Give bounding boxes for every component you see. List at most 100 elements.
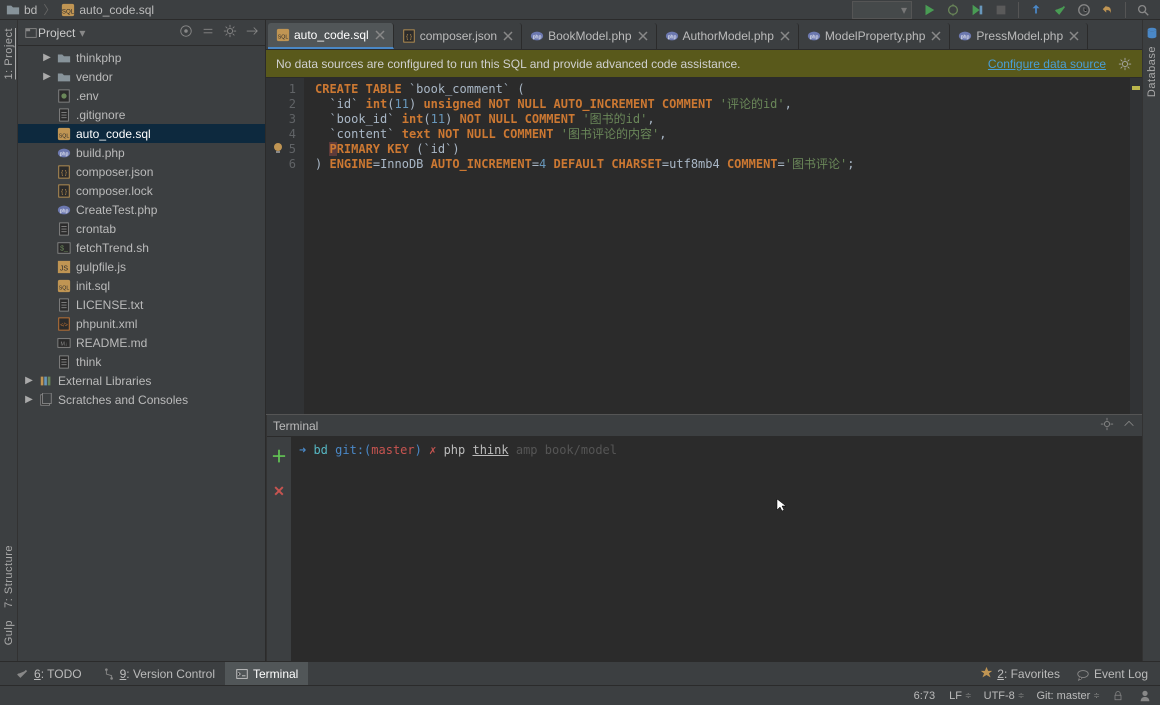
- terminal-git: git:: [335, 443, 364, 457]
- gutter-line[interactable]: 4: [266, 127, 304, 142]
- tree-file[interactable]: ▶phpbuild.php: [18, 143, 265, 162]
- tree-file[interactable]: ▶think: [18, 352, 265, 371]
- settings-icon[interactable]: [223, 24, 237, 41]
- caret-pos[interactable]: 6:73: [914, 690, 935, 702]
- terminal-tab[interactable]: Terminal: [225, 662, 308, 685]
- gutter-line[interactable]: 5: [266, 142, 304, 157]
- tree-file[interactable]: ▶SQLauto_code.sql: [18, 124, 265, 143]
- sh-icon: $_: [56, 240, 72, 256]
- code-line[interactable]: PRIMARY KEY (`id`): [315, 142, 1142, 157]
- close-icon[interactable]: [931, 31, 941, 41]
- breadcrumb-file[interactable]: SQL auto_code.sql: [61, 3, 154, 17]
- todo-tab[interactable]: 6: TODO: [6, 662, 92, 685]
- expand-icon[interactable]: ▶: [42, 52, 52, 63]
- line-separator[interactable]: LF≑: [949, 690, 970, 702]
- tree-file[interactable]: ▶$_fetchTrend.sh: [18, 238, 265, 257]
- editor-tab[interactable]: { }composer.json: [394, 23, 522, 49]
- code-line[interactable]: `id` int(11) unsigned NOT NULL AUTO_INCR…: [315, 97, 1142, 112]
- tree-file[interactable]: ▶.env: [18, 86, 265, 105]
- run-icon[interactable]: [922, 3, 936, 17]
- tree-file[interactable]: ▶SQLinit.sql: [18, 276, 265, 295]
- expand-icon[interactable]: ▶: [24, 375, 34, 386]
- gutter-line[interactable]: 1: [266, 82, 304, 97]
- debug-icon[interactable]: [946, 3, 960, 17]
- php-icon: php: [665, 29, 679, 43]
- strip-structure[interactable]: 7: Structure: [3, 543, 15, 610]
- hector-icon[interactable]: [1138, 689, 1152, 703]
- vcs-history-icon[interactable]: [1077, 3, 1091, 17]
- breadcrumb-project[interactable]: bd: [6, 3, 37, 17]
- intention-bulb-icon[interactable]: [272, 142, 284, 158]
- terminal-output[interactable]: ➜ bd git:(master) ✗ php think amp book/m…: [291, 437, 1142, 661]
- editor-tab[interactable]: SQLauto_code.sql: [268, 23, 394, 49]
- strip-project[interactable]: 1: Project: [3, 26, 15, 81]
- close-icon[interactable]: [1069, 31, 1079, 41]
- folder-icon: [56, 69, 72, 85]
- file-encoding[interactable]: UTF-8≑: [984, 690, 1023, 702]
- run-with-coverage-icon[interactable]: [970, 3, 984, 17]
- git-branch[interactable]: Git: master≑: [1037, 690, 1099, 702]
- new-session-button[interactable]: ＋: [271, 443, 287, 467]
- close-session-button[interactable]: ✕: [273, 483, 285, 500]
- tree-file[interactable]: ▶JSgulpfile.js: [18, 257, 265, 276]
- close-icon[interactable]: [780, 31, 790, 41]
- code-line[interactable]: `content` text NOT NULL COMMENT '图书评论的内容…: [315, 127, 1142, 142]
- expand-icon[interactable]: ▶: [42, 71, 52, 82]
- json-icon: { }: [402, 29, 416, 43]
- tree-file[interactable]: ▶</>phpunit.xml: [18, 314, 265, 333]
- configure-link[interactable]: Configure data source: [988, 57, 1106, 71]
- project-tree[interactable]: ▶thinkphp▶vendor▶.env▶.gitignore▶SQLauto…: [18, 46, 265, 661]
- tree-file[interactable]: ▶phpCreateTest.php: [18, 200, 265, 219]
- vcs-tab[interactable]: 9: Version Control: [92, 662, 225, 685]
- expand-icon[interactable]: ▶: [24, 394, 34, 405]
- gear-icon[interactable]: [1118, 57, 1132, 71]
- tree-file[interactable]: ▶{ }composer.lock: [18, 181, 265, 200]
- tree-file[interactable]: ▶LICENSE.txt: [18, 295, 265, 314]
- collapse-all-icon[interactable]: [201, 24, 215, 41]
- event-log-tab[interactable]: Event Log: [1076, 667, 1148, 681]
- scroll-from-source-icon[interactable]: [179, 24, 193, 41]
- editor-tab[interactable]: phpBookModel.php: [522, 23, 656, 49]
- tree-folder[interactable]: ▶thinkphp: [18, 48, 265, 67]
- marker-strip[interactable]: [1130, 78, 1142, 414]
- tree-file[interactable]: ▶{ }composer.json: [18, 162, 265, 181]
- gutter-line[interactable]: 3: [266, 112, 304, 127]
- warning-marker[interactable]: [1132, 86, 1140, 90]
- search-everywhere-icon[interactable]: [1136, 3, 1150, 17]
- tree-file[interactable]: ▶.gitignore: [18, 105, 265, 124]
- vcs-commit-icon[interactable]: [1053, 3, 1067, 17]
- code-area[interactable]: CREATE TABLE `book_comment` ( `id` int(1…: [304, 78, 1142, 414]
- close-icon[interactable]: [503, 31, 513, 41]
- stop-icon[interactable]: [994, 3, 1008, 17]
- editor-tab[interactable]: phpPressModel.php: [950, 23, 1088, 49]
- lock-icon[interactable]: [1112, 690, 1124, 702]
- editor-tab[interactable]: phpAuthorModel.php: [657, 23, 799, 49]
- close-icon[interactable]: [638, 31, 648, 41]
- strip-database[interactable]: Database: [1145, 26, 1159, 99]
- editor-body[interactable]: 123456 CREATE TABLE `book_comment` ( `id…: [266, 78, 1142, 414]
- tree-file[interactable]: ▶crontab: [18, 219, 265, 238]
- strip-gulp[interactable]: Gulp: [3, 618, 15, 647]
- vcs-update-icon[interactable]: [1029, 3, 1043, 17]
- hide-panel-icon[interactable]: [245, 24, 259, 41]
- hide-panel-icon[interactable]: [1122, 417, 1136, 434]
- editor-tab[interactable]: phpModelProperty.php: [799, 23, 951, 49]
- tree-file[interactable]: ▶M↓README.md: [18, 333, 265, 352]
- chevron-down-icon[interactable]: ▾: [79, 26, 85, 40]
- vcs-revert-icon[interactable]: [1101, 3, 1115, 17]
- gutter-line[interactable]: 2: [266, 97, 304, 112]
- favorites-tab[interactable]: 2: Favorites: [980, 666, 1060, 682]
- code-line[interactable]: ) ENGINE=InnoDB AUTO_INCREMENT=4 DEFAULT…: [315, 157, 1142, 172]
- text-icon: [56, 297, 72, 313]
- tree-folder[interactable]: ▶vendor: [18, 67, 265, 86]
- tree-folder[interactable]: ▶Scratches and Consoles: [18, 390, 265, 409]
- code-line[interactable]: CREATE TABLE `book_comment` (: [315, 82, 1142, 97]
- svg-text:M↓: M↓: [61, 341, 68, 347]
- tree-folder[interactable]: ▶External Libraries: [18, 371, 265, 390]
- gutter-line[interactable]: 6: [266, 157, 304, 172]
- close-icon[interactable]: [375, 30, 385, 40]
- settings-icon[interactable]: [1100, 417, 1114, 434]
- run-config-dropdown[interactable]: ▾: [852, 1, 912, 19]
- editor-gutter[interactable]: 123456: [266, 78, 304, 414]
- code-line[interactable]: `book_id` int(11) NOT NULL COMMENT '图书的i…: [315, 112, 1142, 127]
